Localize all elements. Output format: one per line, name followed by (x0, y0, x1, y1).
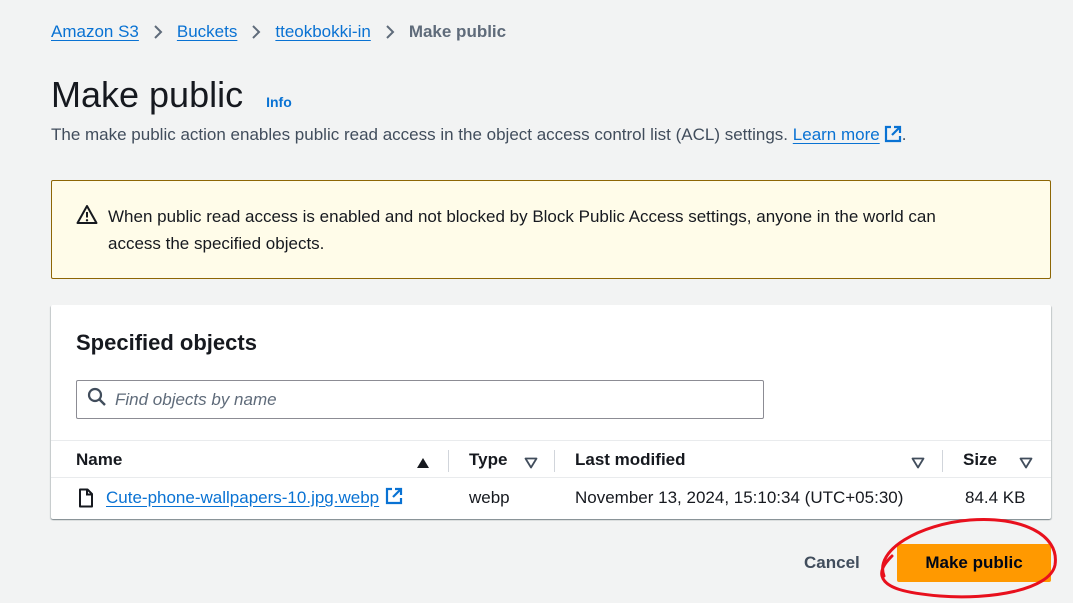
object-link[interactable]: Cute-phone-wallpapers-10.jpg.webp (106, 488, 379, 508)
breadcrumb-current: Make public (408, 22, 507, 41)
object-last-modified-cell: November 13, 2024, 15:10:34 (UTC+05:30) (575, 488, 904, 507)
page-title: Make public (51, 74, 244, 115)
objects-table: Name Type Last modified Size Cute-phone-… (51, 440, 1051, 518)
chevron-right-icon (153, 24, 163, 40)
table-header: Name Type Last modified Size (51, 440, 1051, 478)
search-input[interactable] (115, 389, 755, 410)
object-type-cell: webp (469, 488, 510, 507)
external-link-icon[interactable] (385, 487, 403, 510)
object-size-cell: 84.4 KB (965, 488, 1026, 507)
search-box (76, 380, 764, 419)
breadcrumb-amazon-s3[interactable]: Amazon S3 (51, 22, 139, 42)
learn-more-label: Learn more (792, 125, 880, 144)
panel-title: Specified objects (76, 330, 257, 355)
file-icon (78, 478, 94, 518)
column-header-last-modified[interactable]: Last modified (575, 441, 686, 479)
column-header-name[interactable]: Name (76, 441, 122, 479)
external-link-icon (884, 125, 902, 148)
breadcrumb: Amazon S3 Buckets tteokbokki-in Make pub… (51, 22, 506, 42)
column-divider (942, 450, 943, 472)
column-header-type[interactable]: Type (469, 441, 507, 479)
object-name-cell: Cute-phone-wallpapers-10.jpg.webp (106, 478, 403, 518)
chevron-right-icon (385, 24, 395, 40)
chevron-right-icon (251, 24, 261, 40)
column-header-size[interactable]: Size (963, 441, 997, 479)
description-end: . (901, 125, 907, 144)
sort-icon[interactable] (911, 454, 925, 474)
table-row: Cute-phone-wallpapers-10.jpg.webp webp N… (51, 478, 1051, 518)
sort-ascending-icon[interactable] (416, 454, 430, 474)
description-text: The make public action enables public re… (51, 125, 789, 144)
breadcrumb-buckets[interactable]: Buckets (177, 22, 237, 42)
learn-more-link[interactable]: Learn more (793, 125, 902, 144)
column-divider (448, 450, 449, 472)
sort-icon[interactable] (1019, 454, 1033, 474)
search-icon (87, 387, 107, 412)
page-description: The make public action enables public re… (51, 125, 906, 148)
cancel-button[interactable]: Cancel (784, 545, 880, 581)
info-link[interactable]: Info (266, 94, 292, 110)
specified-objects-panel: Specified objects Name Type Last modifie… (51, 305, 1051, 519)
alert-message: When public read access is enabled and n… (108, 207, 936, 253)
column-divider (554, 450, 555, 472)
sort-icon[interactable] (524, 454, 538, 474)
page-title-row: Make public Info (51, 74, 292, 116)
breadcrumb-bucket-name[interactable]: tteokbokki-in (275, 22, 370, 42)
warning-icon (76, 204, 100, 278)
warning-alert: When public read access is enabled and n… (51, 180, 1051, 279)
make-public-button[interactable]: Make public (897, 544, 1051, 582)
